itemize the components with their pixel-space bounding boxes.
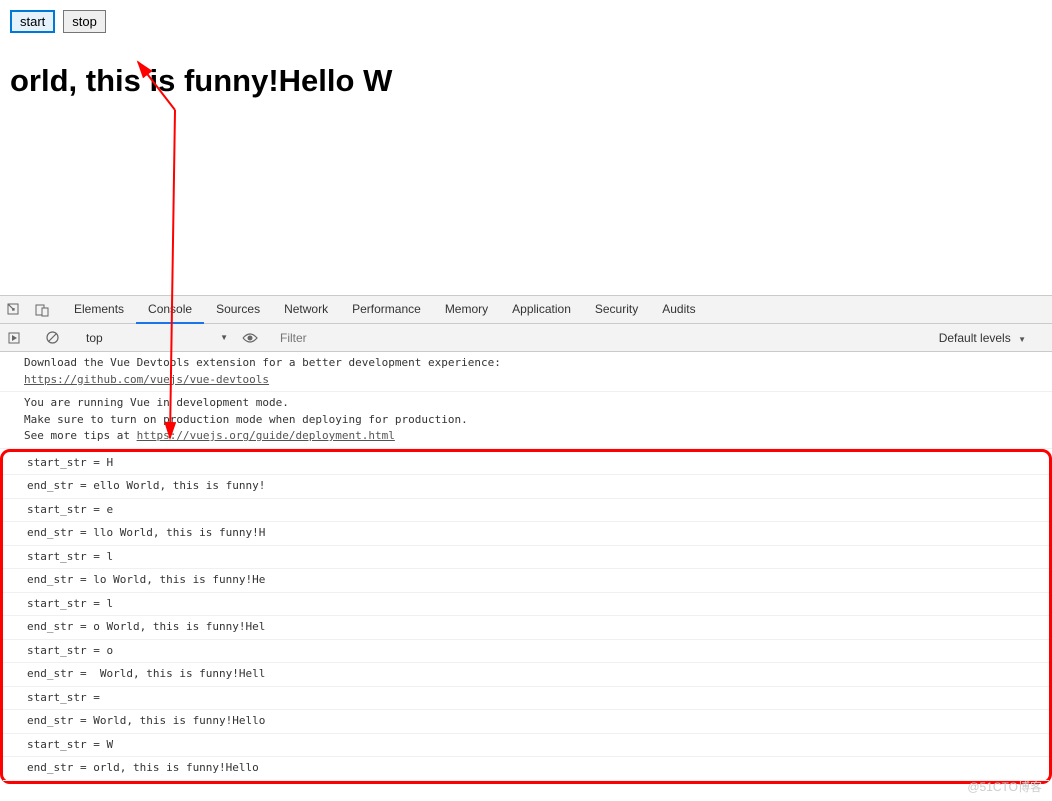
console-log-line: start_str = o [3, 640, 1049, 664]
link[interactable]: https://vuejs.org/guide/deployment.html [137, 429, 395, 442]
start-button[interactable]: start [10, 10, 55, 33]
levels-label: Default levels [939, 331, 1011, 345]
device-icon[interactable] [34, 302, 50, 318]
context-select[interactable]: top [82, 329, 232, 347]
context-label: top [86, 331, 103, 345]
devtools-panel: ElementsConsoleSourcesNetworkPerformance… [0, 295, 1052, 784]
button-row: start stop [10, 10, 1042, 33]
tab-console[interactable]: Console [136, 296, 204, 324]
play-icon[interactable] [6, 330, 22, 346]
filter-input[interactable] [280, 331, 929, 345]
clear-icon[interactable] [44, 330, 60, 346]
console-log-line: start_str = W [3, 734, 1049, 758]
tab-performance[interactable]: Performance [340, 296, 433, 324]
console-log-line: end_str = World, this is funny!Hell [3, 663, 1049, 687]
console-log-line: start_str = e [3, 499, 1049, 523]
console-log-line: end_str = orld, this is funny!Hello [3, 757, 1049, 781]
console-log-line: end_str = o World, this is funny!Hel [3, 616, 1049, 640]
stop-button[interactable]: stop [63, 10, 106, 33]
tab-sources[interactable]: Sources [204, 296, 272, 324]
tab-security[interactable]: Security [583, 296, 650, 324]
console-log-line: end_str = World, this is funny!Hello [3, 710, 1049, 734]
console-message: You are running Vue in development mode.… [0, 392, 1052, 449]
console-log-line: start_str = H [3, 452, 1049, 476]
tab-audits[interactable]: Audits [650, 296, 707, 324]
eye-icon[interactable] [242, 330, 258, 346]
levels-select[interactable]: Default levels [939, 331, 1026, 345]
log-highlight-box: start_str = Hend_str = ello World, this … [0, 449, 1052, 784]
tab-memory[interactable]: Memory [433, 296, 500, 324]
inspect-icon[interactable] [6, 302, 22, 318]
page-title: orld, this is funny!Hello W [10, 63, 1042, 99]
console-message: Download the Vue Devtools extension for … [0, 352, 1052, 392]
filter-field[interactable] [280, 331, 929, 345]
console-log-line: start_str = [3, 687, 1049, 711]
console-body: Download the Vue Devtools extension for … [0, 352, 1052, 784]
console-log-line: end_str = ello World, this is funny! [3, 475, 1049, 499]
tab-application[interactable]: Application [500, 296, 583, 324]
watermark: @51CTO博客 [967, 778, 1042, 795]
console-log-line: start_str = l [3, 546, 1049, 570]
tab-network[interactable]: Network [272, 296, 340, 324]
tab-elements[interactable]: Elements [62, 296, 136, 324]
console-log-line: end_str = llo World, this is funny!H [3, 522, 1049, 546]
page-area: start stop orld, this is funny!Hello W [0, 0, 1052, 295]
link[interactable]: https://github.com/vuejs/vue-devtools [24, 373, 269, 386]
console-toolbar: top Default levels [0, 324, 1052, 352]
console-log-line: start_str = l [3, 593, 1049, 617]
devtools-tabs: ElementsConsoleSourcesNetworkPerformance… [0, 296, 1052, 324]
console-log-line: end_str = lo World, this is funny!He [3, 569, 1049, 593]
